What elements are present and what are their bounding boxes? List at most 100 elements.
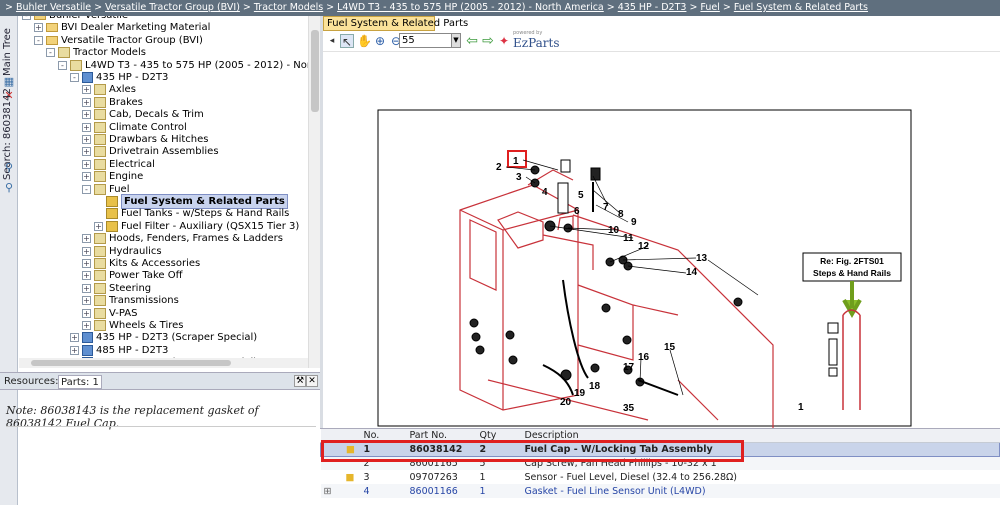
collapse-icon[interactable]: - [22,16,31,20]
tree-node[interactable]: - Tractor Models [46,46,146,59]
tree-node[interactable]: Fuel Tanks - w/Steps & Hand Rails [94,207,289,220]
collapse-icon[interactable]: - [58,60,67,70]
tree-node[interactable]: + Transmissions [82,294,179,307]
collapse-icon[interactable]: - [70,73,79,82]
breadcrumb-link[interactable]: Fuel [700,2,719,13]
tree-node[interactable]: - 435 HP - D2T3 [70,71,168,84]
magnifier-icon[interactable]: ⚲ [3,162,15,174]
parts-diagram[interactable]: 1 2 3 4 5 6 7 8 9 10 11 12 13 14 15 16 1… [377,109,913,428]
callout: 17 [623,362,635,373]
callout: 14 [686,267,698,278]
callout: 19 [574,388,586,399]
expand-icon[interactable]: + [70,345,79,355]
row-icon-cell[interactable]: ⊞ [320,484,361,498]
expand-icon[interactable]: + [70,333,79,343]
tree-node[interactable]: + Steering [82,282,151,295]
page-icon [94,245,106,257]
tree-node[interactable]: + Drivetrain Assemblies [82,145,219,158]
collapse-icon[interactable]: - [34,35,43,45]
tree-node[interactable]: - L4WD T3 - 435 to 575 HP (2005 - 2012) -… [58,59,320,72]
tree-node-label: Kits & Accessories [109,258,201,269]
tree-node[interactable]: + Hydraulics [82,245,162,258]
forward-arrow-icon[interactable]: ⇨ [481,34,495,48]
expand-icon[interactable]: + [82,122,91,132]
tree-horizontal-scrollbar[interactable] [19,358,308,368]
expand-icon[interactable]: + [82,97,91,107]
reference-note-line2: Steps & Hand Rails [813,268,891,278]
tree-node[interactable]: +485 HP - D2T3 [70,344,168,357]
tree-node[interactable]: + Brakes [82,96,143,109]
tree-node[interactable]: + V-PAS [82,307,137,320]
table-row[interactable]: ■ 3 09707263 1 Sensor - Fuel Level, Diesel (… [321,470,1000,484]
page-icon [94,96,106,108]
breadcrumb-link[interactable]: Tractor Models [254,2,323,13]
tree-node[interactable]: + Cab, Decals & Trim [82,108,204,121]
callout: 6 [574,206,580,217]
expand-icon[interactable]: + [82,85,91,95]
tree-node[interactable]: + Power Take Off [82,269,183,282]
expand-icon[interactable]: + [82,246,91,256]
expand-icon[interactable]: + [82,172,91,182]
tree-node[interactable]: + Wheels & Tires [82,319,184,332]
tree-node[interactable]: + Axles [82,83,136,96]
collapse-icon[interactable]: - [46,48,55,58]
breadcrumb-link[interactable]: Fuel System & Related Parts [734,2,868,13]
pan-hand-icon[interactable]: ✋ [357,34,372,48]
breadcrumb-separator: > [689,2,698,13]
search-plus-icon[interactable]: ⚲ [3,182,15,194]
breadcrumb-separator: > [606,2,615,13]
expand-icon[interactable]: + [82,234,91,244]
expand-icon[interactable]: + [82,296,91,306]
breadcrumb-link[interactable]: 435 HP - D2T3 [618,2,687,13]
breadcrumb-link[interactable]: L4WD T3 - 435 to 575 HP (2005 - 2012) - … [337,2,604,13]
expand-icon[interactable]: + [82,159,91,169]
tree-node[interactable]: + Hoods, Fenders, Frames & Ladders [82,232,283,245]
tree-node[interactable]: + Fuel Filter - Auxiliary (QSX15 Tier 3) [94,220,299,233]
callout: 2 [496,162,502,173]
wrench-icon[interactable]: ⚒ [294,375,306,387]
pointer-icon[interactable]: ↖ [340,34,354,49]
expand-icon[interactable]: + [82,147,91,157]
expand-icon[interactable]: + [34,23,43,33]
tree-node[interactable]: + Climate Control [82,121,187,134]
tree-node[interactable]: + BVI Dealer Marketing Material [34,21,210,34]
expand-icon[interactable]: + [82,135,91,144]
tree-node-label: Steering [109,282,152,294]
zoom-in-icon[interactable]: ⊕ [373,34,387,48]
tree-icon[interactable]: ▦ [3,76,15,88]
tree-node[interactable]: + Electrical [82,158,155,171]
tab-fuel-system[interactable]: Fuel System & Related Parts [323,16,468,31]
tab-main-tree[interactable]: Main Tree [2,20,16,76]
tree-node[interactable]: + Kits & Accessories [82,257,200,270]
page-icon [94,307,106,319]
expand-icon[interactable]: + [82,321,91,330]
expand-icon[interactable]: ⊞ [324,486,332,497]
breadcrumb-link[interactable]: Buhler Versatile [16,2,91,13]
tree-vertical-scrollbar[interactable] [308,16,320,368]
breadcrumb: > Buhler Versatile > Versatile Tractor Grou… [0,0,1000,16]
expand-icon[interactable]: + [82,110,91,120]
expand-icon[interactable]: + [82,308,91,318]
tree-node[interactable]: +435 HP - D2T3 (Scraper Special) [70,331,257,344]
expand-icon[interactable]: + [82,271,91,281]
tree-node[interactable]: - Versatile Tractor Group (BVI) [34,34,203,47]
tree-node[interactable]: + Drawbars & Hitches [82,133,209,146]
collapse-icon[interactable]: - [82,184,91,194]
note-icon[interactable]: ■ [324,472,355,483]
expand-icon[interactable]: + [94,221,103,231]
close-icon[interactable]: ✕ [306,375,318,387]
table-row[interactable]: ⊞ 4 86001166 1 Gasket - Fuel Line Sensor Uni… [320,484,1000,498]
prev-page-icon[interactable]: ◂ [325,34,339,48]
breadcrumb-link[interactable]: Versatile Tractor Group (BVI) [105,2,240,13]
zoom-input[interactable]: 55 [399,33,457,48]
row-icon-cell[interactable]: ■ [321,470,361,484]
expand-icon[interactable]: + [82,259,91,268]
tab-parts[interactable]: Parts: 1 [58,375,102,389]
back-arrow-icon[interactable]: ⇦ [465,34,479,48]
chevron-down-icon[interactable]: ▼ [451,33,461,48]
tree-node[interactable]: + Engine [82,170,143,183]
tree-node-label: Cab, Decals & Trim [109,109,204,121]
breadcrumb-separator: > [326,2,335,13]
tree-node[interactable]: Fuel System & Related Parts [94,194,288,209]
expand-icon[interactable]: + [82,283,91,293]
